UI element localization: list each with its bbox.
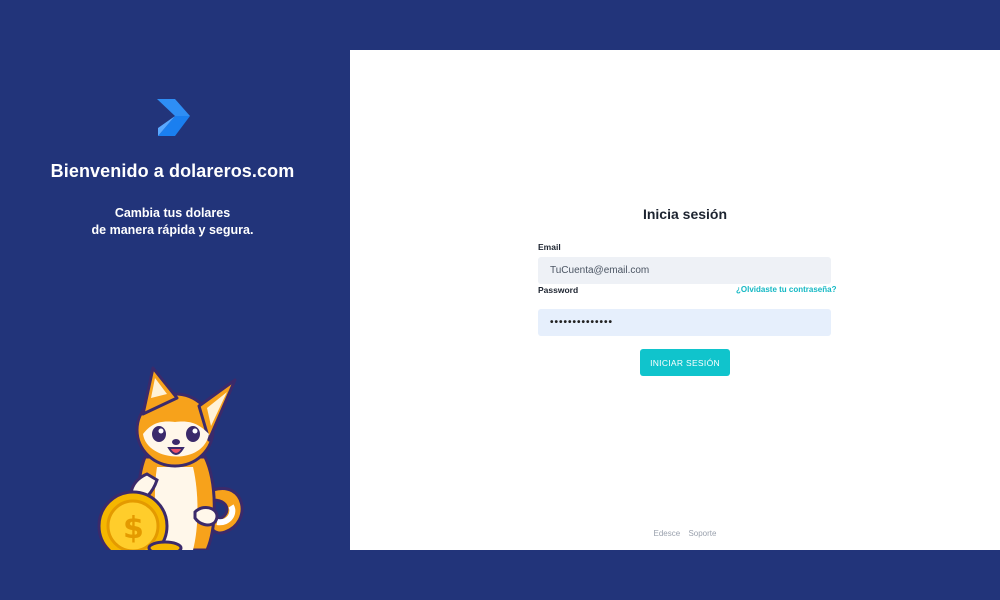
welcome-panel: Bienvenido a dolareros.com Cambia tus do…: [0, 50, 350, 550]
tagline-line-1: Cambia tus dolares: [114, 206, 231, 220]
email-label: Email: [538, 242, 561, 252]
dolareros-logo: [157, 99, 190, 136]
footer-link-soporte[interactable]: Soporte: [688, 529, 716, 538]
svg-text:$: $: [123, 511, 144, 546]
login-button[interactable]: INICIAR SESIÓN: [640, 349, 730, 376]
password-label: Password: [538, 285, 579, 295]
footer-link-edesce[interactable]: Edesce: [654, 529, 681, 538]
email-field[interactable]: [538, 257, 831, 284]
login-card: Inicia sesión Email Password ¿Olvidaste …: [350, 50, 1000, 550]
forgot-password-link[interactable]: ¿Olvidaste tu contraseña?: [736, 285, 836, 294]
shiba-mascot-illustration: $: [97, 366, 244, 550]
welcome-heading: Bienvenido a dolareros.com: [50, 161, 295, 181]
tagline-line-2: de manera rápida y segura.: [91, 223, 254, 237]
tagline: Cambia tus dolares de manera rápida y se…: [0, 205, 345, 239]
password-field[interactable]: [538, 309, 831, 336]
login-title: Inicia sesión: [642, 206, 728, 222]
footer-links: Edesce Soporte: [350, 529, 1000, 538]
